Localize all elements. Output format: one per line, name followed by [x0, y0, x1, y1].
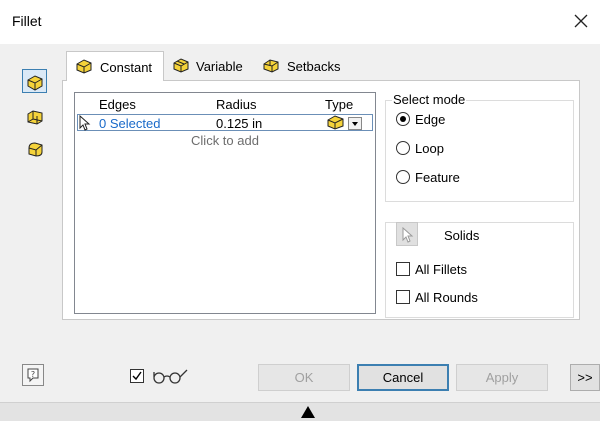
- face-fillet-icon: [27, 110, 43, 125]
- fillet-type-icon[interactable]: [326, 114, 346, 133]
- title-bar: Fillet: [0, 0, 600, 44]
- status-bar: [0, 402, 600, 421]
- radio-loop-circle[interactable]: [396, 141, 410, 155]
- svg-text:?: ?: [31, 370, 35, 379]
- edge-radius-grid[interactable]: Edges Radius Type 0 Selected 0.125 in Cl…: [74, 92, 376, 314]
- tab-constant-label: Constant: [100, 60, 153, 75]
- constant-fillet-icon: [76, 59, 92, 74]
- cursor-arrow-icon: [402, 227, 414, 243]
- tab-constant[interactable]: Constant: [66, 51, 164, 81]
- variable-fillet-icon: [173, 58, 189, 73]
- col-edges-header: Edges: [99, 97, 136, 112]
- radio-feature-label: Feature: [415, 170, 460, 185]
- radio-edge[interactable]: Edge: [396, 110, 546, 130]
- cursor-arrow-icon: [79, 114, 91, 134]
- help-icon: ?: [27, 368, 39, 383]
- radius-cell[interactable]: 0.125 in: [216, 116, 262, 131]
- ok-button[interactable]: OK: [258, 364, 350, 391]
- chevron-down-icon: [352, 122, 358, 126]
- window-title: Fillet: [12, 13, 42, 29]
- all-fillets-checkbox[interactable]: [396, 262, 410, 276]
- face-fillet-button[interactable]: [22, 104, 47, 128]
- tab-setbacks-label: Setbacks: [287, 59, 341, 74]
- all-rounds-checkbox[interactable]: [396, 290, 410, 304]
- col-type-header: Type: [325, 97, 354, 112]
- more-button[interactable]: >>: [570, 364, 600, 391]
- close-icon[interactable]: [570, 10, 592, 32]
- radio-feature-circle[interactable]: [396, 170, 410, 184]
- checkmark-icon: [132, 371, 142, 381]
- edge-fillet-button[interactable]: [22, 69, 47, 93]
- checkbox-all-rounds[interactable]: All Rounds: [396, 289, 546, 307]
- all-fillets-label: All Fillets: [415, 262, 468, 277]
- cancel-button[interactable]: Cancel: [357, 364, 449, 391]
- click-to-add-row[interactable]: Click to add: [75, 133, 375, 148]
- checkbox-all-fillets[interactable]: All Fillets: [396, 261, 546, 279]
- radio-loop[interactable]: Loop: [396, 139, 546, 159]
- triangle-up-icon: [301, 406, 315, 418]
- apply-button[interactable]: Apply: [456, 364, 548, 391]
- tab-variable-label: Variable: [196, 59, 243, 74]
- edges-selected-cell[interactable]: 0 Selected: [99, 116, 160, 131]
- tab-setbacks[interactable]: Setbacks: [254, 51, 350, 81]
- radio-loop-label: Loop: [415, 141, 444, 156]
- radio-edge-circle[interactable]: [396, 112, 410, 126]
- solids-select-button[interactable]: [396, 222, 418, 246]
- full-round-fillet-button[interactable]: [22, 136, 47, 160]
- setbacks-fillet-icon: [263, 59, 279, 73]
- radio-edge-label: Edge: [415, 112, 446, 127]
- radio-feature[interactable]: Feature: [396, 168, 546, 188]
- col-radius-header: Radius: [216, 97, 257, 112]
- tab-variable[interactable]: Variable: [164, 51, 254, 81]
- preview-checkbox[interactable]: [130, 369, 144, 383]
- type-dropdown-button[interactable]: [348, 117, 362, 130]
- solids-label: Solids: [444, 228, 480, 243]
- select-mode-label: Select mode: [392, 92, 467, 107]
- preview-glasses-icon: [150, 366, 190, 389]
- all-rounds-label: All Rounds: [415, 290, 478, 305]
- help-button[interactable]: ?: [22, 364, 44, 386]
- edge-fillet-icon: [27, 75, 43, 91]
- full-round-fillet-icon: [28, 142, 43, 157]
